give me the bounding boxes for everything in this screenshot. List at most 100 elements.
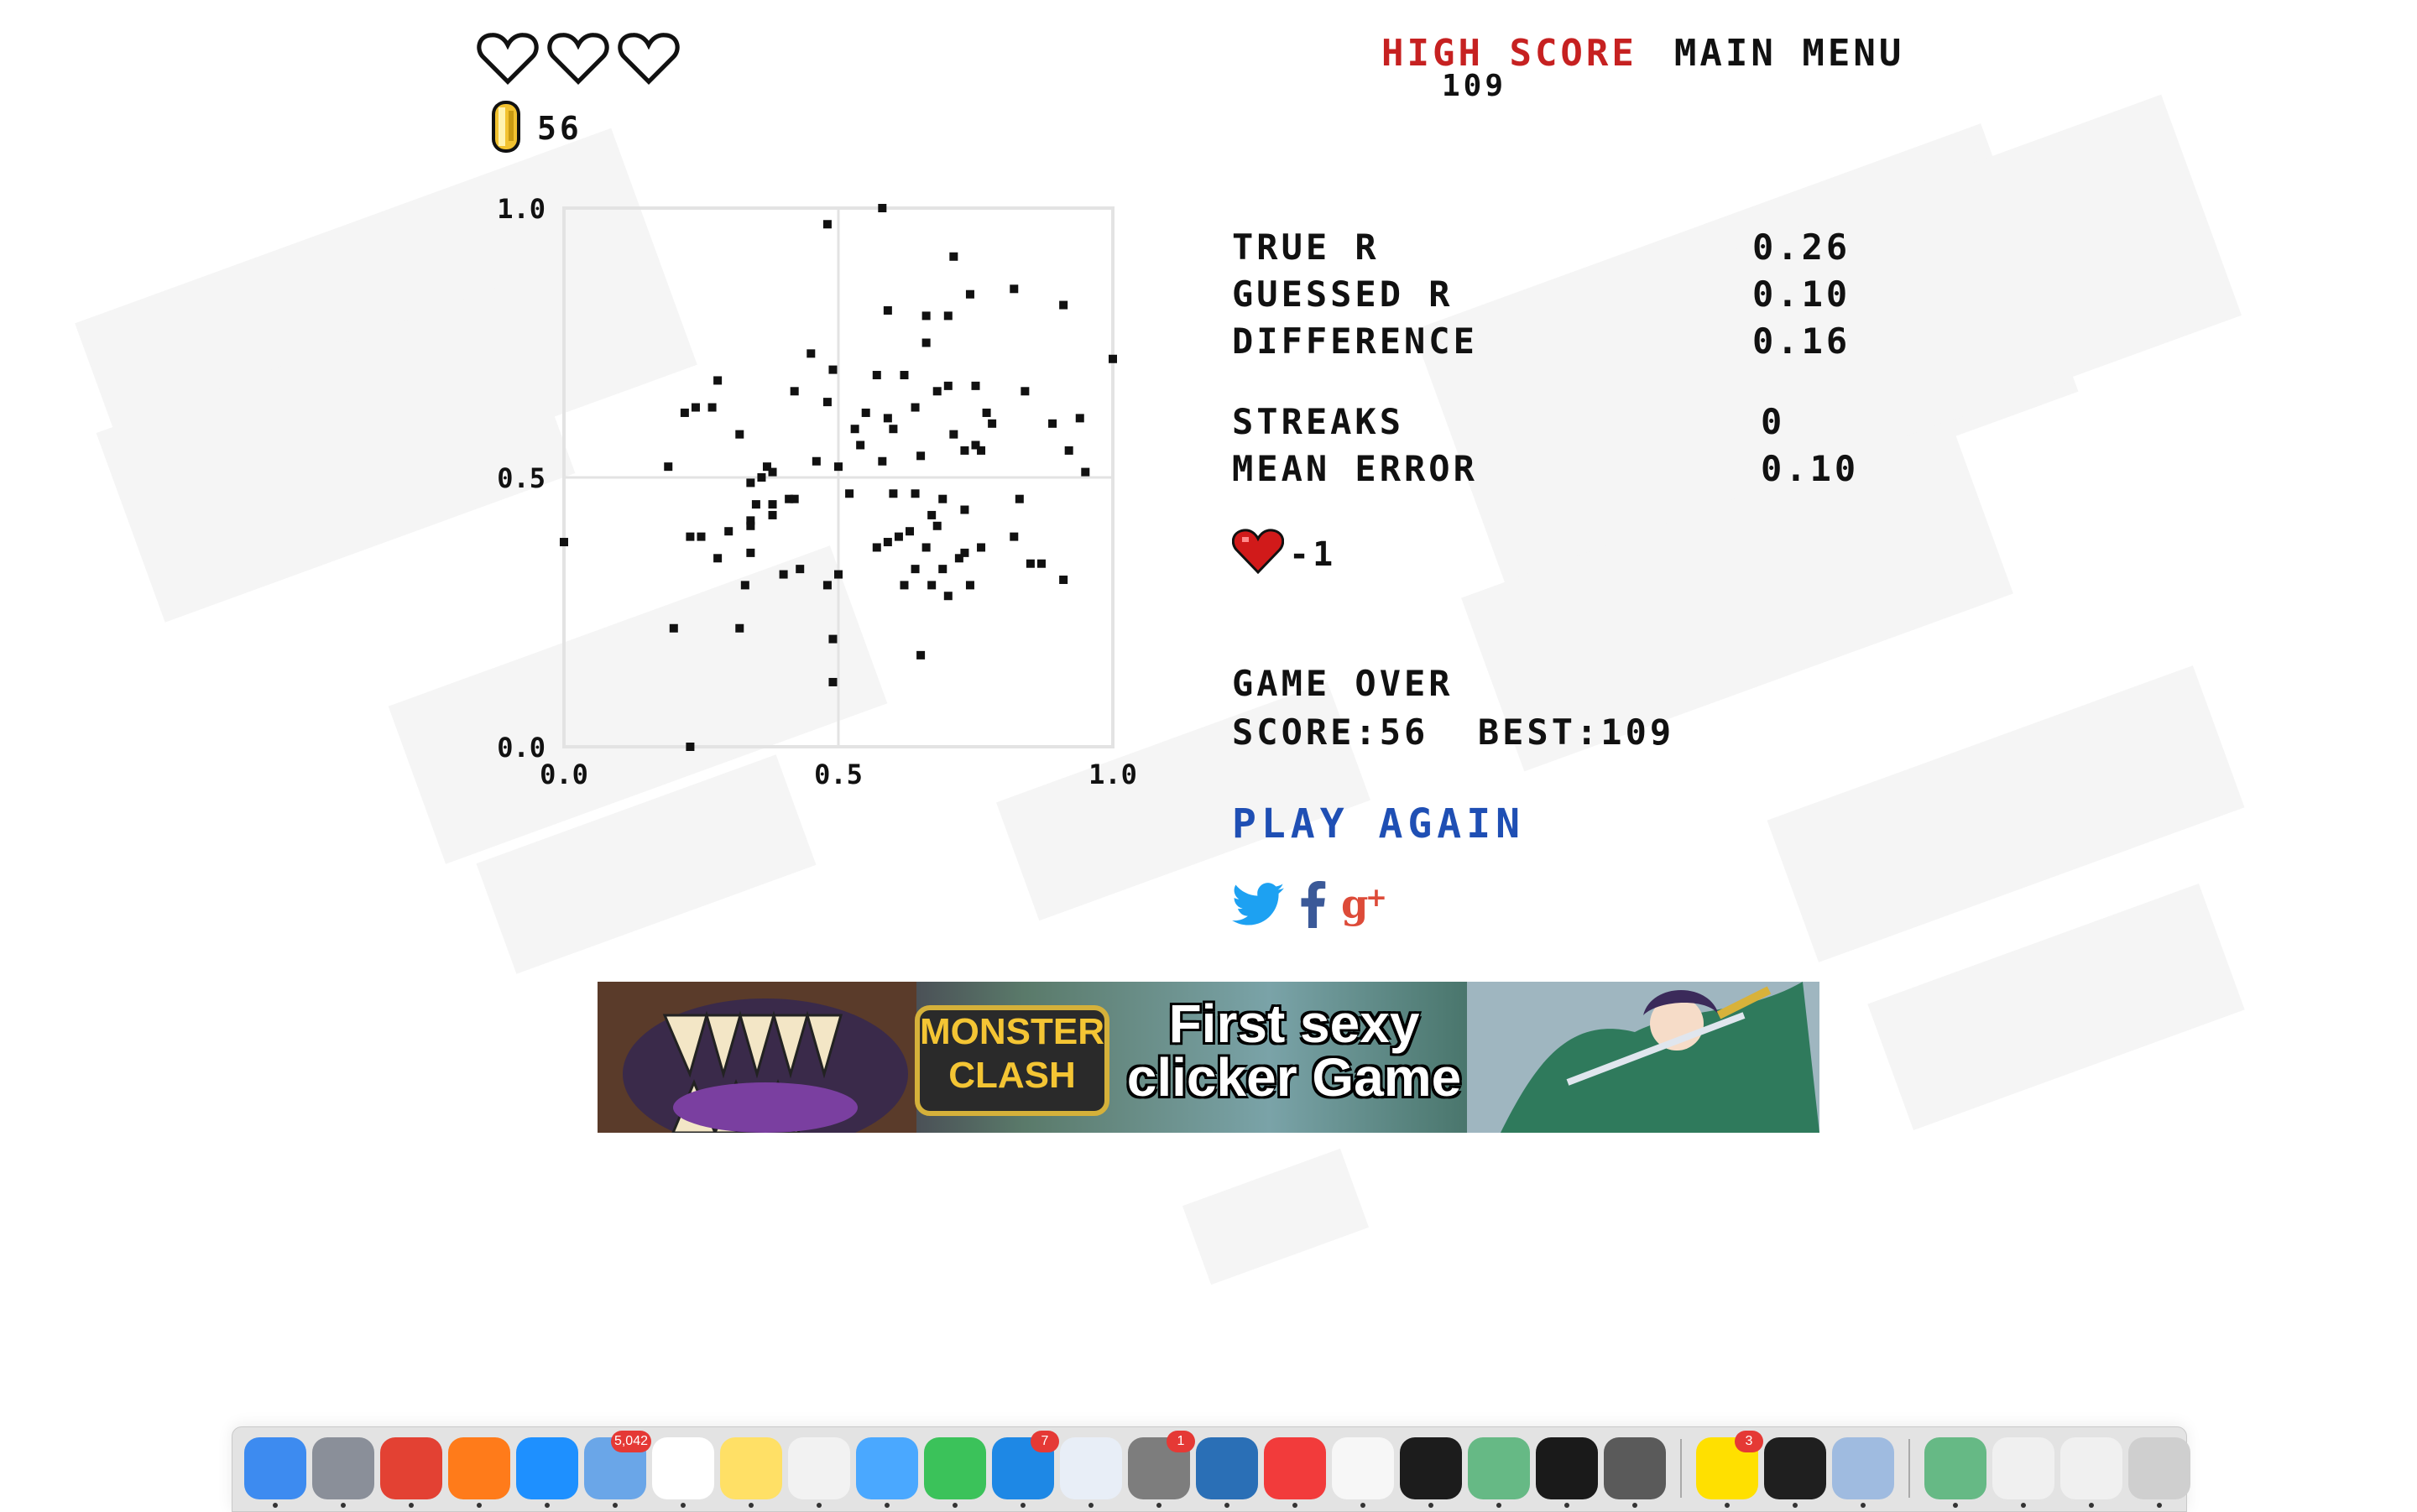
running-indicator — [681, 1503, 686, 1508]
window-icon[interactable] — [2060, 1437, 2122, 1508]
life-heart-icon — [618, 30, 680, 89]
stats-panel: TRUE R 0.26 GUESSED R 0.10 DIFFERENCE 0.… — [1232, 227, 1870, 495]
running-indicator — [749, 1503, 754, 1508]
ad-banner[interactable]: MONSTER CLASH First sexy clicker Game — [598, 982, 1819, 1133]
facetime-icon[interactable] — [924, 1437, 986, 1508]
data-point — [965, 289, 974, 299]
notification-badge: 3 — [1735, 1431, 1763, 1452]
guessed-r-label: GUESSED R — [1232, 274, 1454, 315]
photos-icon[interactable] — [788, 1437, 850, 1508]
data-point — [1075, 414, 1084, 423]
running-indicator — [341, 1503, 346, 1508]
data-point — [856, 441, 865, 450]
window-icon[interactable] — [1992, 1437, 2054, 1508]
notification-badge: 5,042 — [610, 1431, 651, 1452]
data-point — [932, 387, 942, 396]
launchpad-icon[interactable] — [312, 1437, 374, 1508]
messages-icon[interactable] — [856, 1437, 918, 1508]
finder-icon[interactable] — [244, 1437, 306, 1508]
x-tick-label: 1.0 — [1088, 759, 1137, 790]
data-point — [669, 623, 678, 633]
data-point — [977, 543, 986, 552]
scatter-chart: 0.0 0.5 1.0 0.0 0.5 1.0 — [497, 193, 1137, 790]
data-point — [943, 381, 953, 390]
streaks-value: 0 — [1761, 401, 1786, 442]
data-point — [921, 311, 931, 321]
facebook-icon[interactable] — [1299, 881, 1326, 931]
data-point — [735, 430, 744, 439]
safari-icon[interactable] — [516, 1437, 578, 1508]
running-indicator — [1021, 1503, 1026, 1508]
true-r-value: 0.26 — [1752, 227, 1851, 268]
running-indicator — [1953, 1503, 1958, 1508]
data-point — [751, 500, 760, 509]
data-point — [822, 398, 832, 407]
data-point — [906, 527, 915, 536]
running-indicator — [1156, 1503, 1162, 1508]
data-point — [932, 521, 942, 530]
google-plus-icon[interactable]: g + — [1341, 880, 1390, 931]
data-point — [954, 554, 963, 563]
sequel-pro-icon[interactable] — [1604, 1437, 1666, 1508]
true-r-row: TRUE R 0.26 — [1232, 227, 1870, 274]
notification-badge: 1 — [1167, 1431, 1195, 1452]
lives-display — [477, 30, 680, 89]
terminal-icon[interactable] — [1400, 1437, 1462, 1508]
preview-icon[interactable] — [1832, 1437, 1894, 1508]
vscode-icon[interactable] — [1196, 1437, 1258, 1508]
coin-count: 56 — [537, 110, 582, 147]
data-point — [828, 634, 838, 644]
data-point — [938, 565, 947, 574]
data-point — [779, 570, 788, 579]
running-indicator — [1564, 1503, 1569, 1508]
system-preferences-icon[interactable]: 1 — [1128, 1431, 1195, 1508]
news-icon[interactable] — [1264, 1437, 1326, 1508]
running-indicator — [1224, 1503, 1229, 1508]
bluetooth-icon[interactable] — [1060, 1437, 1122, 1508]
atom-icon[interactable] — [1924, 1437, 1986, 1508]
pycharm-icon[interactable] — [1764, 1437, 1826, 1508]
data-point — [911, 565, 920, 574]
data-point — [828, 365, 838, 374]
data-point — [883, 538, 892, 547]
ad-monster-illustration — [598, 982, 916, 1133]
data-point — [768, 510, 777, 519]
chrome-icon[interactable] — [380, 1437, 442, 1508]
guessed-r-value: 0.10 — [1752, 274, 1851, 315]
trash-icon[interactable] — [2128, 1437, 2190, 1508]
kakaotalk-icon[interactable]: 3 — [1696, 1431, 1763, 1508]
data-point — [724, 527, 733, 536]
textedit-icon[interactable] — [1332, 1437, 1394, 1508]
data-point — [757, 473, 766, 482]
guessed-r-row: GUESSED R 0.10 — [1232, 274, 1870, 321]
data-point — [872, 371, 881, 380]
appstore-icon[interactable]: 7 — [992, 1431, 1059, 1508]
running-indicator — [2157, 1503, 2162, 1508]
data-point — [894, 532, 903, 541]
play-again-button[interactable]: PLAY AGAIN — [1232, 800, 1525, 847]
data-point — [982, 408, 991, 417]
data-point — [921, 543, 931, 552]
calendar-icon[interactable] — [652, 1437, 714, 1508]
data-point — [1064, 446, 1073, 455]
data-point — [713, 376, 723, 385]
firefox-icon[interactable] — [448, 1437, 510, 1508]
atom-icon[interactable] — [1468, 1437, 1530, 1508]
data-point — [960, 446, 969, 455]
running-indicator — [1861, 1503, 1866, 1508]
y-tick-label: 0.0 — [497, 732, 546, 764]
data-point — [1026, 559, 1035, 568]
data-point — [943, 311, 953, 321]
heart-icon — [1231, 527, 1285, 582]
main-menu-button[interactable]: MAIN MENU — [1674, 32, 1904, 75]
data-point — [1010, 532, 1019, 541]
coin-icon — [487, 99, 525, 158]
running-indicator — [2089, 1503, 2094, 1508]
twitter-icon[interactable] — [1232, 883, 1284, 930]
notes-icon[interactable] — [720, 1437, 782, 1508]
running-indicator — [273, 1503, 278, 1508]
data-point — [900, 581, 909, 590]
mail-icon[interactable]: 5,042 — [584, 1431, 651, 1508]
data-point — [1021, 387, 1030, 396]
activity-monitor-icon[interactable] — [1536, 1437, 1598, 1508]
